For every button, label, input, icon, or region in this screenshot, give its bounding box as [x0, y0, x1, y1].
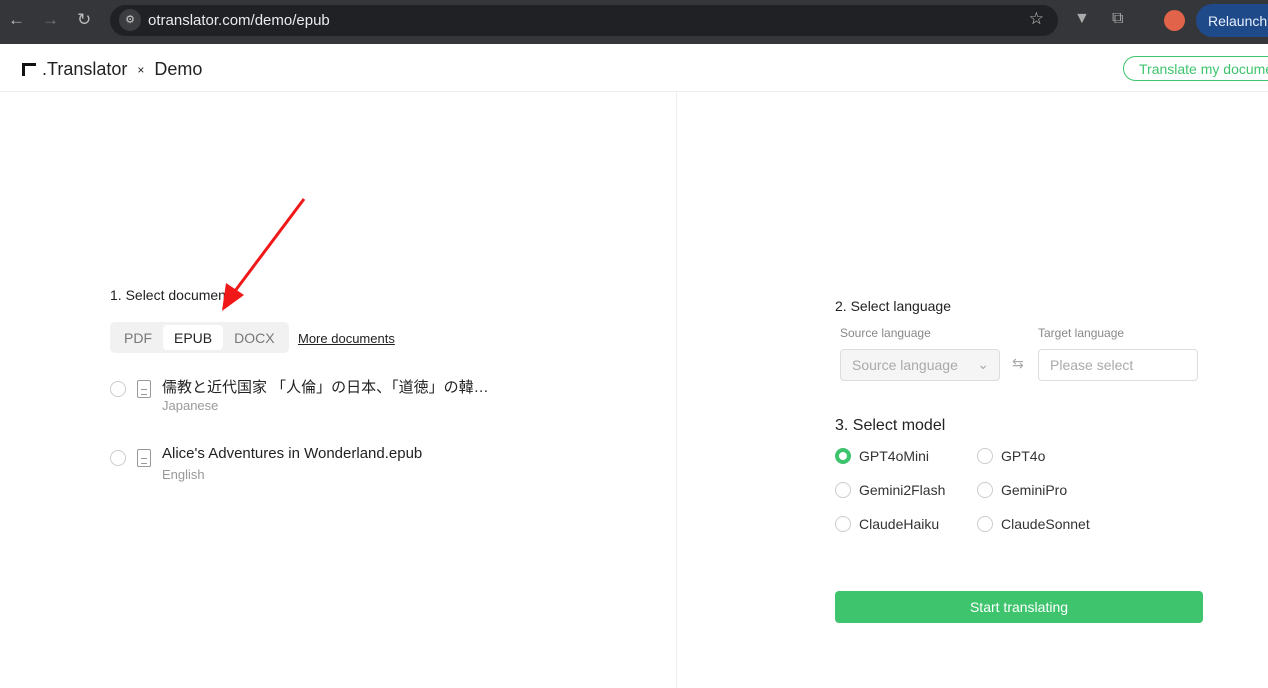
chevron-down-icon: ⌄ — [977, 356, 989, 372]
document-type-tabs: PDF EPUB DOCX — [110, 322, 289, 353]
reload-icon[interactable]: ↻ — [77, 10, 91, 30]
panel-divider — [676, 92, 677, 688]
logo[interactable]: .Translator × Demo — [22, 59, 202, 80]
translate-my-documents-button[interactable]: Translate my documents — [1123, 56, 1268, 81]
bookmark-star-icon[interactable]: ☆ — [1029, 9, 1044, 29]
document-radio[interactable] — [110, 450, 126, 466]
browser-toolbar: ← → ↻ ⚙ otranslator.com/demo/epub ☆ ▼ ⧉ … — [0, 0, 1268, 44]
site-header: .Translator × Demo Translate my document… — [0, 44, 1268, 92]
tab-docx[interactable]: DOCX — [223, 325, 285, 350]
select-model-heading: 3. Select model — [835, 417, 946, 434]
target-language-select[interactable]: Please select — [1038, 349, 1198, 381]
model-radio[interactable] — [835, 482, 851, 498]
file-icon — [137, 380, 151, 398]
extension-v-icon[interactable]: ▼ — [1074, 10, 1090, 28]
document-radio[interactable] — [110, 381, 126, 397]
model-radio[interactable] — [977, 482, 993, 498]
relaunch-button[interactable]: Relaunch — [1196, 4, 1268, 37]
source-language-label: Source language — [840, 326, 931, 340]
logo-mark-icon — [22, 63, 36, 76]
swap-languages-icon[interactable]: ⇆ — [1012, 355, 1024, 372]
address-bar[interactable]: ⚙ otranslator.com/demo/epub ☆ — [110, 5, 1058, 36]
source-language-select[interactable]: Source language ⌄ — [840, 349, 1000, 381]
model-radio[interactable] — [977, 448, 993, 464]
file-icon — [137, 449, 151, 467]
tab-epub[interactable]: EPUB — [163, 325, 224, 350]
tab-pdf[interactable]: PDF — [113, 325, 163, 350]
site-settings-icon[interactable]: ⚙ — [119, 9, 141, 31]
extensions-puzzle-icon[interactable]: ⧉ — [1112, 10, 1123, 28]
annotation-arrow — [222, 198, 306, 311]
model-radio[interactable] — [977, 516, 993, 532]
model-radio[interactable] — [835, 448, 851, 464]
profile-avatar[interactable] — [1164, 10, 1185, 31]
target-language-label: Target language — [1038, 326, 1125, 340]
forward-icon[interactable]: → — [42, 10, 59, 30]
select-language-heading: 2. Select language — [835, 298, 951, 314]
more-documents-link[interactable]: More documents — [298, 331, 395, 346]
model-radio[interactable] — [835, 516, 851, 532]
start-translating-button[interactable]: Start translating — [835, 591, 1203, 623]
back-icon[interactable]: ← — [8, 10, 25, 30]
